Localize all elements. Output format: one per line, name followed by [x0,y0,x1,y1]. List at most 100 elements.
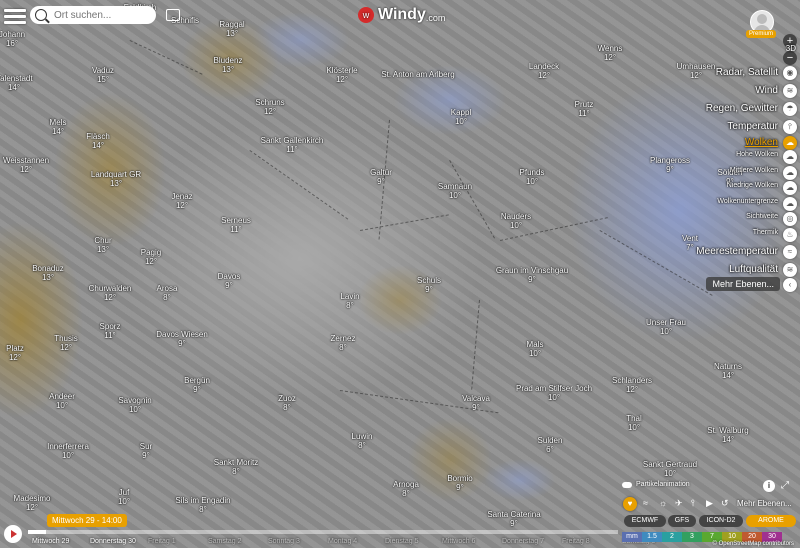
temperature-layer-icon[interactable]: ⫯ [691,498,695,509]
city-label[interactable]: Valenstadt14° [0,74,33,92]
high-cloud-icon[interactable]: ☁ [783,150,797,164]
city-label[interactable]: Santa Caterina 9° [487,510,540,528]
flight-layer-icon[interactable]: ✈ [675,498,683,509]
rain-icon[interactable]: ☂ [783,102,797,116]
city-label[interactable]: Klösterle 12° [326,66,357,84]
panel-more-layers[interactable]: Mehr Ebenen... [737,499,792,508]
city-label[interactable]: Naturns 14° [714,362,742,380]
city-label[interactable]: Sankt Gertraud 10° [643,460,697,478]
more-layers-button[interactable]: Mehr Ebenen... [706,277,780,291]
city-label[interactable]: Wenns 12° [598,44,623,62]
city-label[interactable]: Sulden 6° [538,436,563,454]
wind-icon[interactable]: ≋ [783,84,797,98]
city-label[interactable]: Prad am Stilfser Joch 10° [516,384,592,402]
timeline-day[interactable]: Montag 4 [328,538,357,545]
play-button[interactable] [4,525,22,543]
model-arome[interactable]: AROME [746,515,796,527]
share-icon[interactable] [166,9,180,21]
zoom-out-button[interactable]: − [783,51,797,65]
layer-luftqualität[interactable]: Luftqualität [729,264,778,275]
layer-sichtweite[interactable]: Sichtweite [746,213,778,220]
fullscreen-icon[interactable]: ⤢ [781,480,791,491]
city-label[interactable]: Sankt Gallenkirch 11° [261,136,324,154]
city-label[interactable]: Bludenz 13° [214,56,243,74]
city-label[interactable]: St. Anton am Arlberg [381,70,454,79]
particles-toggle[interactable] [622,482,632,488]
city-label[interactable]: Sils im Engadin 8° [175,496,230,514]
collapse-icon[interactable]: ‹ [783,278,797,292]
city-label[interactable]: Platz 12° [6,344,24,362]
city-label[interactable]: Raggal 13° [219,20,244,38]
layer-temperatur[interactable]: Temperatur [727,121,778,132]
layer-radar-satellit[interactable]: Radar, Satellit [716,67,778,78]
mid-cloud-icon[interactable]: ☁ [783,166,797,180]
city-label[interactable]: Bergün 9° [184,376,210,394]
city-label[interactable]: Juf 10° [118,488,130,506]
city-label[interactable]: Pagig 12° [141,248,161,266]
layer-thermik[interactable]: Thermik [753,229,778,236]
air-quality-icon[interactable]: ≋ [783,263,797,277]
city-label[interactable]: Schuls 9° [417,276,441,294]
search-box[interactable] [30,6,156,24]
city-label[interactable]: Fläsch 14° [86,132,110,150]
city-label[interactable]: Landeck 12° [529,62,559,80]
city-label[interactable]: Arnoga 8° [393,480,419,498]
city-label[interactable]: Unser Frau 10° [646,318,686,336]
layer-regen-gewitter[interactable]: Regen, Gewitter [706,103,778,114]
city-label[interactable]: Sankt Moritz 8° [214,458,258,476]
layer-niedrige-wolken[interactable]: Niedrige Wolken [727,182,778,189]
city-label[interactable]: Vaduz 15° [92,66,114,84]
radar-layer-icon[interactable]: ↺ [721,498,729,509]
cloud-base-icon[interactable]: ☁ [783,197,797,211]
city-label[interactable]: Samnaun 10° [438,182,472,200]
city-label[interactable]: St. Walburg 14° [707,426,749,444]
timeline-day[interactable]: Dienstag 5 [385,538,418,545]
city-label[interactable]: Schruns 12° [255,98,284,116]
city-label[interactable]: Schlanders 12° [612,376,652,394]
timeline-day[interactable]: Donnerstag 7 [502,538,544,545]
city-label[interactable]: Nauders 10° [501,212,531,230]
city-label[interactable]: Davos Wiesen 9° [156,330,208,348]
city-label[interactable]: Mels 14° [50,118,67,136]
webcam-layer-icon[interactable]: ▶ [706,498,713,509]
city-label[interactable]: Prutz 11° [575,100,594,118]
layer-wind[interactable]: Wind [755,85,778,96]
city-label[interactable]: Churwalden 12° [89,284,132,302]
city-label[interactable]: Thal 10° [626,414,642,432]
city-label[interactable]: Bonaduz 13° [32,264,64,282]
timeline-day[interactable]: Samstag 2 [208,538,241,545]
timeline-day[interactable]: Mittwoch 6 [442,538,475,545]
city-label[interactable]: Serneus 11° [221,216,251,234]
timeline-day[interactable]: Sonntag 3 [268,538,300,545]
city-label[interactable]: Kappl 10° [451,108,471,126]
city-label[interactable]: Weisstannen 12° [3,156,49,174]
city-label[interactable]: Madesimo 12° [14,494,51,512]
satellite-icon[interactable]: ◉ [783,66,797,80]
city-label[interactable]: Mals 10° [527,340,544,358]
model-gfs[interactable]: GFS [668,515,696,527]
city-label[interactable]: Sur 9° [140,442,152,460]
city-label[interactable]: Bormio 9° [447,474,472,492]
city-label[interactable]: Sporz 11° [100,322,121,340]
city-label[interactable]: Plangeross 9° [650,156,690,174]
timeline-day[interactable]: Donnerstag 30 [90,538,136,545]
city-label[interactable]: Graun im Vinschgau 9° [496,266,568,284]
favorite-layer-icon[interactable]: ♥ [623,497,637,511]
menu-icon[interactable] [4,6,26,26]
city-label[interactable]: Jenaz 12° [171,192,192,210]
thermal-layer-icon[interactable]: ☼ [659,498,667,508]
layer-meerestemperatur[interactable]: Meerestemperatur [696,246,778,257]
city-label[interactable]: Umhausen 12° [677,62,716,80]
thermal-icon[interactable]: ♨ [783,228,797,242]
info-icon[interactable]: i [763,480,775,492]
city-label[interactable]: Landquart GR 13° [91,170,141,188]
timeline-day[interactable]: Mittwoch 29 [32,538,69,545]
layer-wolken[interactable]: Wolken [745,137,778,148]
model-ecmwf[interactable]: ECMWF [624,515,666,527]
city-label[interactable]: Luwin 8° [352,432,373,450]
search-input[interactable] [52,8,152,22]
city-label[interactable]: Chur 13° [94,236,111,254]
model-icon-d2[interactable]: ICON-D2 [699,515,743,527]
city-label[interactable]: Valcava 9° [462,394,490,412]
low-cloud-icon[interactable]: ☁ [783,181,797,195]
